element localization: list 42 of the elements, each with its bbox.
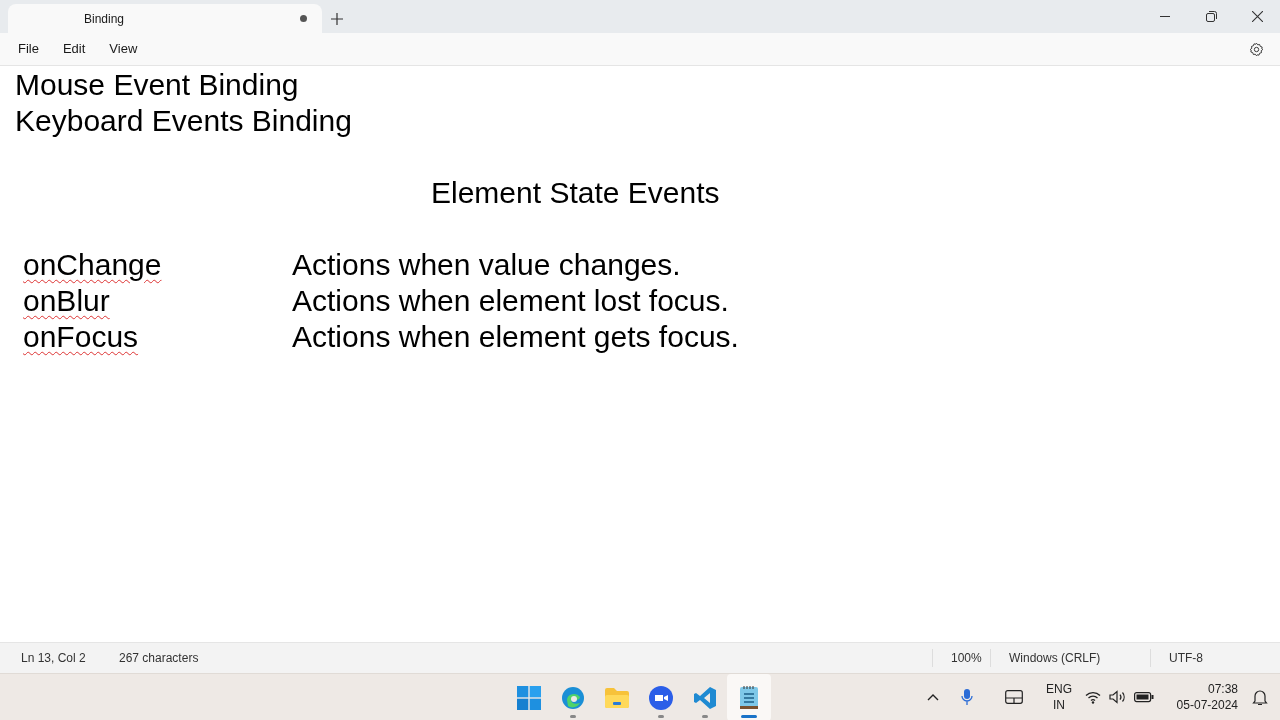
heading-line: Element State Events (431, 175, 720, 211)
menu-item[interactable]: View (99, 36, 148, 62)
character-count: 267 characters (119, 650, 199, 667)
encoding: UTF-8 (1150, 649, 1280, 667)
cursor-position: Ln 13, Col 2 (21, 650, 87, 667)
tablet-icon[interactable] (1005, 690, 1023, 704)
plus-icon (331, 12, 343, 25)
zoom-level: 100% (932, 649, 990, 667)
close-icon (1251, 11, 1263, 22)
line-ending: Windows (CRLF) (990, 649, 1150, 667)
settings-icon (1248, 41, 1264, 57)
taskbar-app[interactable] (727, 674, 771, 720)
video-meeting-app-icon (649, 685, 673, 710)
document-tab[interactable]: Binding (8, 4, 322, 33)
event-description: Actions when value changes. (292, 247, 681, 283)
chevron-up-icon[interactable] (927, 693, 939, 701)
menu-item[interactable]: File (8, 36, 49, 62)
wifi-icon[interactable] (1085, 690, 1101, 704)
notification-bell-icon[interactable] (1252, 688, 1268, 706)
event-name: onFocus (23, 320, 139, 353)
event-name: onChange (23, 248, 162, 281)
microphone-icon[interactable] (961, 688, 973, 706)
speaker-icon[interactable] (1109, 690, 1126, 704)
event-description: Actions when element gets focus. (292, 319, 739, 355)
folder-icon (604, 686, 630, 709)
windows-logo-icon (517, 685, 541, 710)
clock-date[interactable]: 05-07-2024 (1176, 697, 1238, 713)
event-name: onBlur (23, 284, 110, 317)
minimize-icon (1160, 16, 1170, 17)
input-region[interactable]: IN (1053, 697, 1065, 713)
text-line: Keyboard Events Binding (15, 103, 352, 139)
code-editor-icon (693, 685, 717, 710)
menu-item[interactable]: Edit (52, 36, 96, 62)
restore-icon (1205, 11, 1217, 22)
tab-title: Binding (84, 10, 125, 28)
clock-time[interactable]: 07:38 (1207, 681, 1238, 697)
browser-icon (561, 685, 585, 710)
text-line: Mouse Event Binding (15, 67, 299, 103)
notepad-icon (739, 684, 759, 711)
input-language[interactable]: ENG (1046, 681, 1072, 697)
battery-icon[interactable] (1134, 691, 1154, 703)
event-description: Actions when element lost focus. (292, 283, 729, 319)
